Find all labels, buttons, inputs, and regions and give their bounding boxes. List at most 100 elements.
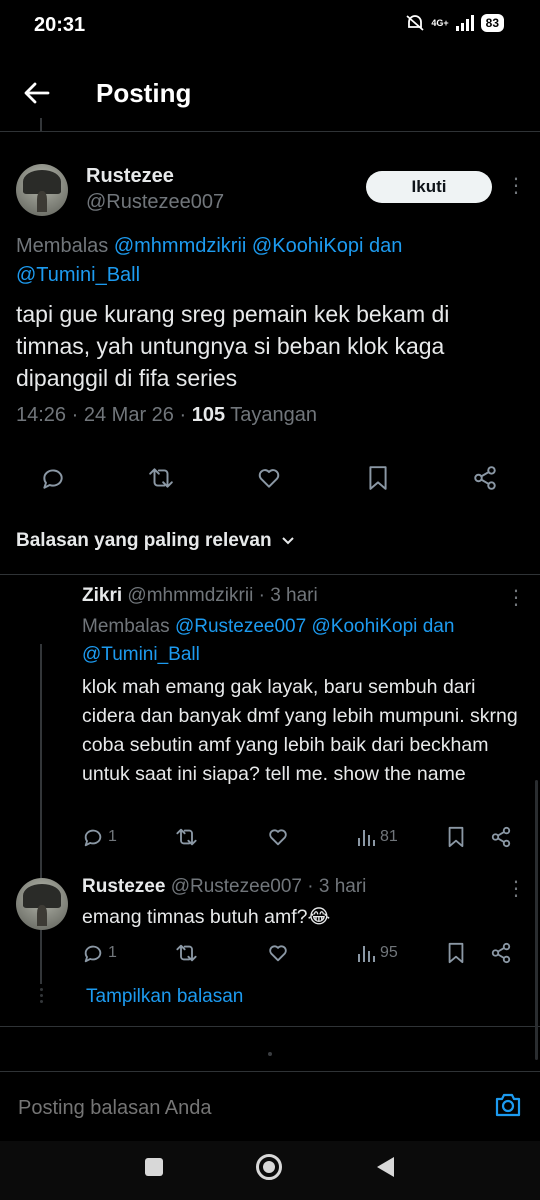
reply-header: Zikri @mhmmdzikrii · 3 hari [82, 585, 318, 607]
back-button[interactable] [22, 80, 52, 106]
sort-divider [0, 574, 540, 575]
mention-link[interactable]: @KoohiKopi [311, 616, 417, 637]
share-icon [491, 826, 511, 848]
follow-button[interactable]: Ikuti [366, 171, 492, 203]
reply-icon [84, 945, 102, 963]
sort-label: Balasan yang paling relevan [16, 530, 272, 551]
reply-button[interactable] [40, 465, 66, 491]
bookmark-button[interactable] [366, 465, 390, 491]
bookmark-button[interactable] [446, 942, 466, 964]
mention-link[interactable]: @Tumini_Ball [16, 264, 140, 286]
reply-age: · 3 hari [307, 876, 367, 897]
heart-icon [258, 469, 280, 488]
reply-author-name[interactable]: Rustezee [82, 876, 165, 897]
bookmark-icon [369, 466, 387, 490]
views-button[interactable]: 95 [356, 942, 398, 964]
reply-and: dan [422, 616, 455, 637]
analytics-icon [358, 946, 375, 962]
views-count: 81 [380, 828, 398, 845]
share-icon [474, 466, 496, 490]
bookmark-icon [448, 942, 464, 964]
reply-author-name[interactable]: Zikri [82, 585, 122, 606]
reply-header: Rustezee @Rustezee007 · 3 hari [82, 876, 366, 898]
views-count: 95 [380, 944, 398, 961]
reply-author-handle[interactable]: @Rustezee007 [171, 876, 302, 897]
camera-icon [495, 1093, 521, 1117]
share-icon [491, 942, 511, 964]
avatar[interactable] [16, 164, 68, 216]
mention-link[interactable]: @Tumini_Ball [82, 644, 200, 665]
status-bar: 20:31 4G+ 83 [0, 0, 540, 52]
show-replies-link[interactable]: Tampilkan balasan [86, 986, 243, 1008]
thread-line [40, 644, 42, 984]
post-text: tapi gue kurang sreg pemain kek bekam di… [16, 301, 450, 391]
loading-dot [268, 1052, 272, 1056]
status-icons: 4G+ 83 [405, 14, 504, 32]
reply-context: Membalas @mhmmdzikrii @KoohiKopi dan @Tu… [16, 232, 516, 290]
repost-button[interactable] [174, 942, 199, 964]
header-divider [0, 131, 540, 132]
repost-button[interactable] [174, 826, 199, 848]
mention-link[interactable]: @mhmmdzikrii [114, 235, 247, 257]
reply-prefix: Membalas [16, 235, 109, 257]
share-button[interactable] [490, 942, 512, 964]
reply-icon [43, 469, 63, 489]
mention-link[interactable]: @KoohiKopi [252, 235, 363, 257]
meta-sep: · [179, 404, 187, 426]
post-time: 14:26 [16, 404, 67, 426]
reply-button[interactable]: 1 [82, 942, 117, 964]
triangle-back-icon [377, 1157, 394, 1177]
page-title: Posting [96, 78, 192, 108]
reply-and: dan [368, 235, 403, 257]
post-date: 24 Mar 26 [83, 404, 174, 426]
avatar[interactable] [16, 878, 68, 930]
heart-icon [269, 945, 287, 962]
camera-button[interactable] [494, 1092, 522, 1118]
battery-level: 83 [480, 14, 504, 32]
mention-link[interactable]: @Rustezee007 [175, 616, 306, 637]
like-button[interactable] [267, 942, 289, 964]
reply-more-options[interactable]: ⋮ [506, 588, 526, 608]
reply-more-options[interactable]: ⋮ [506, 879, 526, 899]
reply-context: Membalas @Rustezee007 @KoohiKopi dan @Tu… [82, 613, 522, 669]
repost-button[interactable] [146, 465, 176, 491]
author-handle[interactable]: @Rustezee007 [86, 191, 224, 214]
scrollbar[interactable] [535, 780, 538, 1060]
back-arrow-icon [24, 82, 50, 104]
reply-age: · 3 hari [258, 585, 318, 606]
repost-icon [176, 828, 197, 846]
author-name[interactable]: Rustezee [86, 165, 174, 188]
views-count: 105 [191, 404, 226, 426]
post-meta: 14:26 · 24 Mar 26 · 105 Tayangan [16, 404, 317, 427]
reply-icon [84, 829, 102, 847]
network-type: 4G+ [431, 17, 449, 28]
views-button[interactable]: 81 [356, 826, 398, 848]
nav-back-button[interactable] [374, 1155, 396, 1179]
reply-count: 1 [108, 944, 117, 961]
meta-sep: · [71, 404, 79, 426]
compose-bar [0, 1071, 540, 1142]
reply-input[interactable] [16, 1092, 460, 1124]
thread-dots [40, 988, 43, 1003]
sort-dropdown[interactable]: Balasan yang paling relevan [16, 530, 296, 552]
reply-button[interactable]: 1 [82, 826, 117, 848]
signal-icon [455, 15, 474, 31]
home-button[interactable] [256, 1154, 282, 1180]
reply-text: emang timnas butuh amf?😂 [82, 906, 331, 928]
chevron-down-icon [281, 537, 294, 545]
recents-button[interactable] [145, 1158, 163, 1176]
system-nav-bar [0, 1141, 540, 1200]
reply-text: klok mah emang gak layak, baru sembuh da… [82, 676, 518, 785]
reply-count: 1 [108, 828, 117, 845]
more-options-button[interactable]: ⋮ [506, 176, 526, 196]
bookmark-button[interactable] [446, 826, 466, 848]
status-time: 20:31 [34, 14, 86, 36]
like-button[interactable] [267, 826, 289, 848]
views-label: Tayangan [230, 404, 318, 426]
reply-author-handle[interactable]: @mhmmdzikrii [127, 585, 253, 606]
like-button[interactable] [256, 465, 282, 491]
replies-divider [0, 1026, 540, 1027]
mute-icon [406, 15, 424, 31]
share-button[interactable] [490, 826, 512, 848]
share-button[interactable] [472, 465, 498, 491]
